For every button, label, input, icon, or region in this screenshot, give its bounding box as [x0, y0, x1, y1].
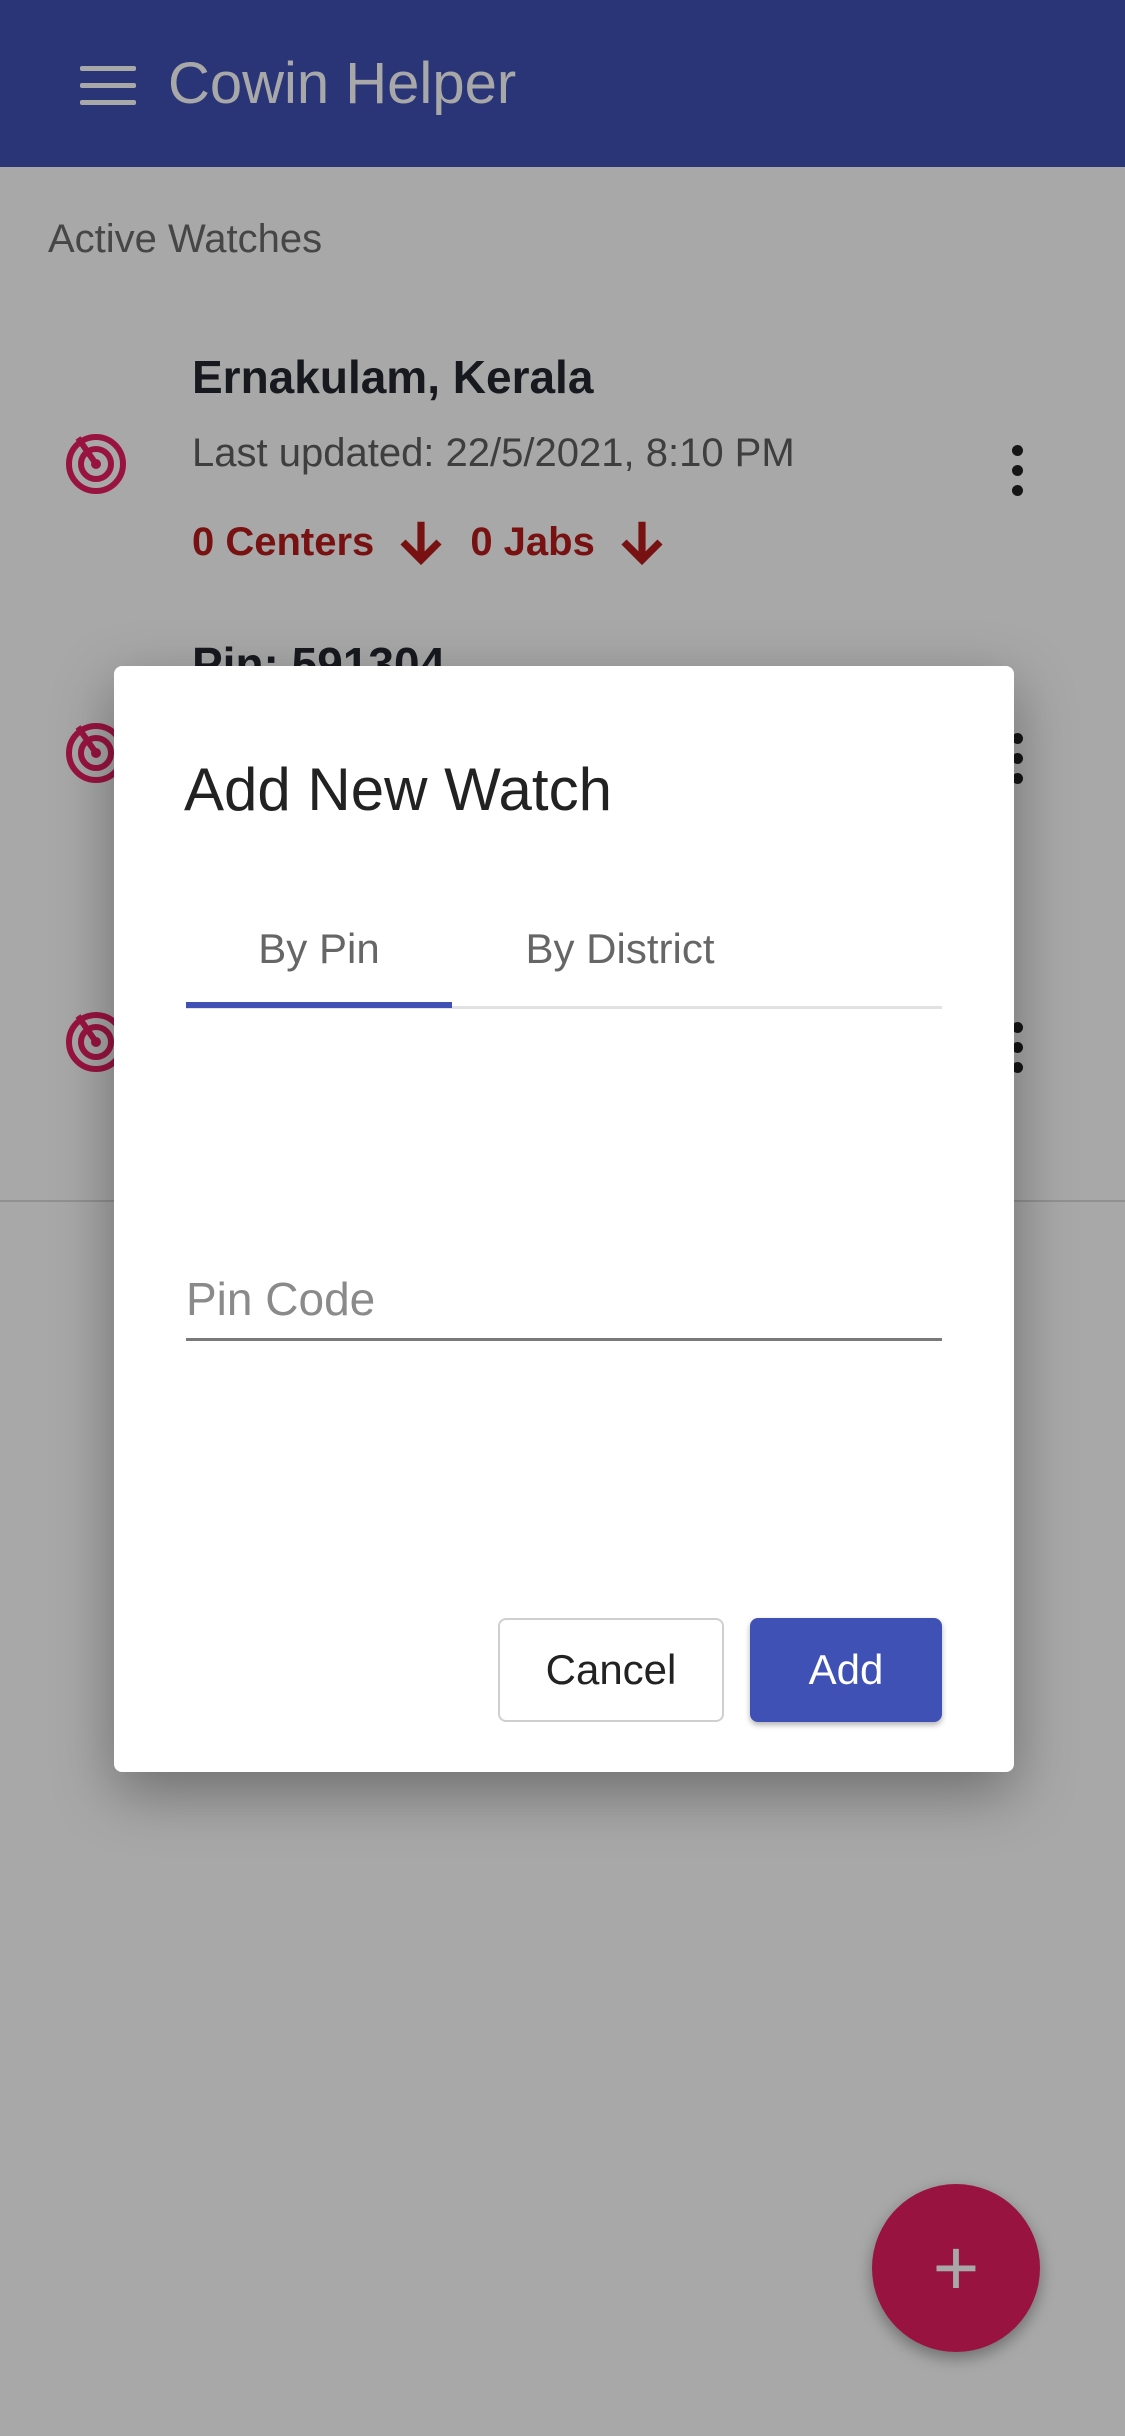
tab-active-indicator — [186, 1002, 452, 1008]
cancel-button[interactable]: Cancel — [498, 1618, 724, 1722]
dialog-title: Add New Watch — [184, 756, 612, 823]
pin-code-input[interactable] — [186, 1260, 942, 1341]
tab-by-district[interactable]: By District — [452, 916, 788, 1006]
add-button[interactable]: Add — [750, 1618, 942, 1722]
tab-bar: By Pin By District — [186, 916, 942, 1009]
tab-by-pin[interactable]: By Pin — [186, 916, 452, 1006]
add-watch-dialog: Add New Watch By Pin By District Cancel … — [114, 666, 1014, 1772]
